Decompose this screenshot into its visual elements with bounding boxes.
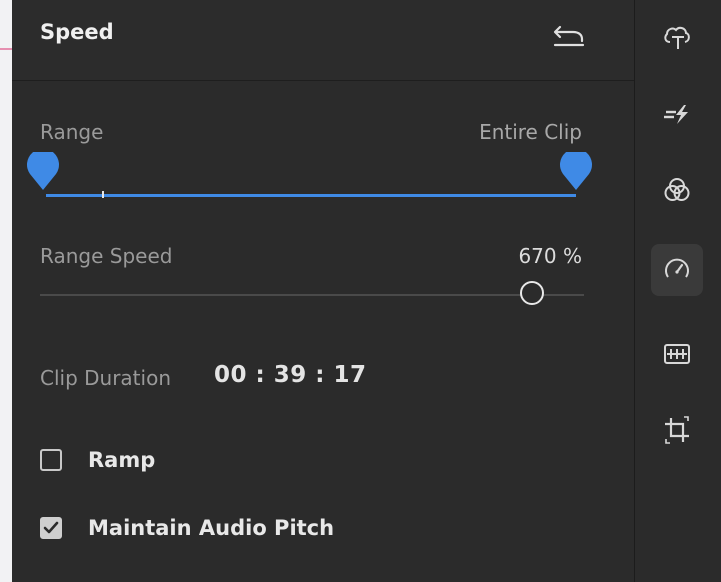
range-value: Entire Clip (479, 120, 582, 144)
color-icon (664, 178, 690, 201)
maintain-audio-pitch-checkbox[interactable] (40, 517, 62, 539)
audio-icon (664, 344, 690, 364)
range-start-marker-icon (27, 148, 60, 190)
speed-panel: Speed Range Entire Clip Range Speed 670 … (12, 0, 635, 582)
range-end-handle[interactable] (559, 148, 593, 192)
reset-button[interactable] (550, 20, 588, 52)
range-speed-slider-track[interactable] (40, 294, 584, 296)
range-label: Range (40, 120, 104, 144)
panel-title: Speed (40, 20, 114, 44)
range-start-handle[interactable] (26, 148, 60, 192)
panel-header: Speed (12, 0, 634, 81)
audio-button[interactable] (651, 328, 703, 380)
speed-icon (665, 258, 689, 278)
ramp-checkbox[interactable] (40, 449, 62, 471)
undo-icon (553, 25, 585, 47)
speed-panel-window: Speed Range Entire Clip Range Speed 670 … (0, 0, 721, 582)
effects-icon (664, 105, 688, 124)
color-button[interactable] (651, 164, 703, 216)
range-track[interactable] (46, 194, 576, 197)
range-speed-slider-thumb[interactable] (520, 281, 544, 305)
ramp-label: Ramp (88, 448, 156, 472)
effects-button[interactable] (651, 88, 703, 140)
titles-icon (664, 26, 690, 49)
crop-icon (665, 416, 689, 444)
ramp-option[interactable]: Ramp (40, 448, 155, 472)
maintain-audio-pitch-label: Maintain Audio Pitch (88, 516, 335, 540)
titles-button[interactable] (651, 10, 703, 62)
maintain-audio-pitch-option[interactable]: Maintain Audio Pitch (40, 516, 334, 540)
crop-button[interactable] (651, 404, 703, 456)
checkmark-icon (43, 521, 59, 534)
playhead-tick (102, 191, 104, 198)
range-end-marker-icon (560, 148, 592, 190)
range-speed-label: Range Speed (40, 244, 173, 268)
range-speed-value: 670 % (518, 244, 582, 268)
clip-duration-value: 00 : 39 : 17 (214, 362, 367, 388)
clip-duration-label: Clip Duration (40, 366, 171, 390)
tool-rail (635, 0, 721, 582)
speed-button[interactable] (651, 244, 703, 296)
